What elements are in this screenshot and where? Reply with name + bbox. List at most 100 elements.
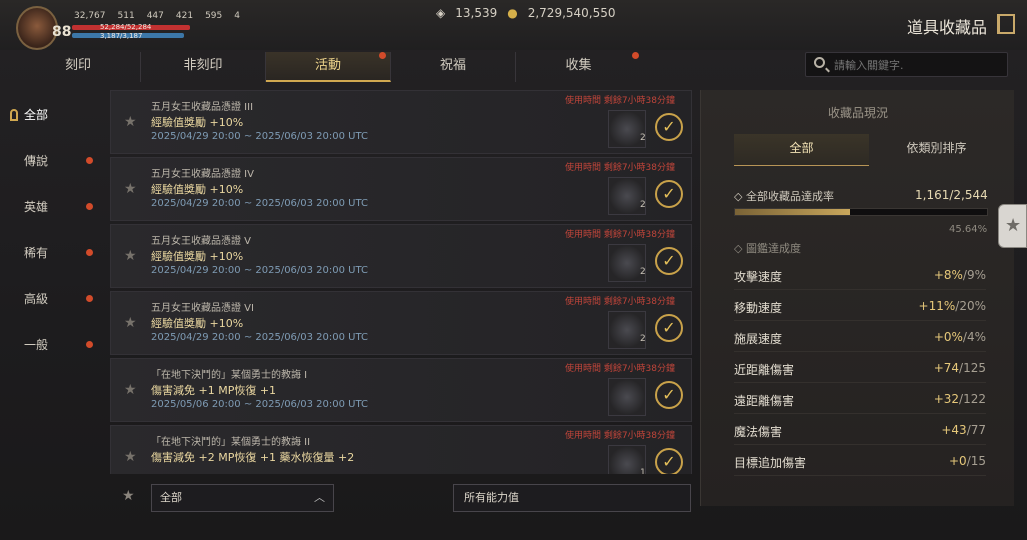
diamond-icon: ◈: [436, 6, 446, 20]
tab-label: 祝福: [439, 58, 466, 73]
stat-row: 魔法傷害 +43/77: [734, 417, 986, 445]
collection-item[interactable]: ★ 「在地下決鬥的」某個勇士的教誨 I 傷害減免 +1 MP恢復 +1 2025…: [110, 358, 692, 422]
stat-label: 移動速度: [734, 301, 783, 315]
favorite-star-icon[interactable]: ★: [124, 449, 137, 465]
stat-row: 攻擊速度 +8%/9%: [734, 262, 986, 290]
item-bonus: 經驗值獎勵 +10%: [151, 183, 244, 196]
sidebar-item-rare[interactable]: 稀有: [0, 234, 100, 280]
stat-value: +32/122: [934, 392, 986, 406]
stat-value: +43/77: [941, 423, 986, 437]
collection-item[interactable]: ★ 五月女王收藏品憑證 VI 經驗值獎勵 +10% 2025/04/29 20:…: [110, 291, 692, 355]
tab-blessing[interactable]: 祝福: [391, 52, 516, 82]
register-check-icon[interactable]: ✓: [655, 381, 683, 409]
item-name: 五月女王收藏品憑證 IV: [151, 169, 254, 180]
stat-current: +8%: [933, 268, 963, 282]
item-count: 1: [640, 468, 646, 474]
tab-engraved[interactable]: 刻印: [16, 52, 141, 82]
stat-label: 近距離傷害: [734, 363, 795, 377]
stat-current: +0: [948, 454, 967, 468]
item-bonus: 經驗值獎勵 +10%: [151, 317, 244, 330]
item-bonus: 經驗值獎勵 +10%: [151, 250, 244, 263]
stat-max: /122: [959, 392, 986, 406]
stat-max: /15: [966, 454, 986, 468]
collection-item[interactable]: ★ 五月女王收藏品憑證 III 經驗值獎勵 +10% 2025/04/29 20…: [110, 90, 692, 154]
register-check-icon[interactable]: ✓: [655, 247, 683, 275]
sidebar-item-all[interactable]: 全部: [0, 96, 100, 142]
favorite-star-icon[interactable]: ★: [124, 114, 137, 130]
item-bonus: 經驗值獎勵 +10%: [151, 116, 244, 129]
sidebar-item-legendary[interactable]: 傳說: [0, 142, 100, 188]
item-count: 2: [640, 133, 646, 143]
stat-filter-value: 所有能力值: [464, 491, 519, 504]
item-name: 五月女王收藏品憑證 V: [151, 236, 252, 247]
sidebar-label: 一般: [24, 338, 49, 352]
currency-a: 13,539: [455, 6, 498, 20]
search-input[interactable]: [834, 56, 1004, 74]
notification-dot: [86, 341, 93, 348]
tab-non-engraved[interactable]: 非刻印: [141, 52, 266, 82]
stat-max: /125: [959, 361, 986, 375]
tab-collection[interactable]: 收集: [516, 52, 641, 82]
favorite-star-icon[interactable]: ★: [124, 315, 137, 331]
collection-item[interactable]: ★ 五月女王收藏品憑證 V 經驗值獎勵 +10% 2025/04/29 20:0…: [110, 224, 692, 288]
codex-rate-text: 圖鑑達成度: [745, 242, 801, 255]
register-check-icon[interactable]: ✓: [655, 180, 683, 208]
total-rate-text: 全部收藏品達成率: [745, 190, 834, 203]
category-select[interactable]: 全部 ︿: [151, 484, 334, 512]
register-check-icon[interactable]: ✓: [655, 314, 683, 342]
stat-max: /77: [966, 423, 986, 437]
item-bonus: 傷害減免 +2 MP恢復 +1 藥水恢復量 +2: [151, 451, 355, 464]
page-title: 道具收藏品: [906, 18, 987, 37]
stat-value: 421: [175, 11, 194, 21]
hp-text: 52,284/52,284: [100, 23, 152, 31]
stat-value: 32,767: [74, 11, 106, 21]
total-rate-percent: 45.64%: [949, 224, 988, 235]
stat-value: +0/15: [949, 454, 986, 468]
bottom-controls: ★ 全部 ︿ 所有能力值: [110, 480, 692, 516]
chevron-up-icon: ︿: [314, 491, 325, 504]
stat-value: +8%/9%: [934, 268, 986, 282]
collection-list: ★ 五月女王收藏品憑證 III 經驗值獎勵 +10% 2025/04/29 20…: [110, 90, 692, 474]
exit-icon[interactable]: [997, 14, 1015, 34]
sidebar-label: 英雄: [24, 200, 49, 214]
stat-value: +74/125: [934, 361, 986, 375]
currency-b: 2,729,540,550: [527, 6, 616, 20]
favorite-star-icon[interactable]: ★: [124, 181, 137, 197]
panel-tabs: 全部 依類別排序: [734, 134, 1004, 166]
stat-filter-select[interactable]: 所有能力值: [453, 484, 691, 512]
register-check-icon[interactable]: ✓: [655, 448, 683, 474]
panel-tab-by-category[interactable]: 依類別排序: [869, 134, 1004, 166]
tab-label: 收集: [565, 58, 592, 73]
character-level: 88: [52, 24, 72, 40]
tab-label: 活動: [314, 58, 341, 73]
panel-tab-all[interactable]: 全部: [734, 134, 869, 166]
register-check-icon[interactable]: ✓: [655, 113, 683, 141]
sidebar-item-normal[interactable]: 一般: [0, 326, 100, 372]
item-date: 2025/04/29 20:00 ~ 2025/06/03 20:00 UTC: [151, 198, 369, 209]
total-rate-bar: [734, 208, 988, 216]
sidebar-label: 全部: [24, 108, 49, 122]
tab-event[interactable]: 活動: [266, 52, 391, 82]
item-slot-icon[interactable]: [608, 378, 646, 416]
search-box[interactable]: [805, 52, 1008, 77]
notification-dot: [632, 52, 639, 59]
collection-item[interactable]: ★ 「在地下決鬥的」某個勇士的教誨 II 傷害減免 +2 MP恢復 +1 藥水恢…: [110, 425, 692, 474]
collection-status-panel: 收藏品現況 全部 依類別排序 ◇ 全部收藏品達成率 1,161/2,544 45…: [700, 90, 1014, 506]
search-icon: [814, 57, 825, 68]
stat-current: +0%: [933, 330, 963, 344]
total-rate-fill: [735, 209, 850, 215]
stat-label: 魔法傷害: [734, 425, 783, 439]
sidebar-item-hero[interactable]: 英雄: [0, 188, 100, 234]
coin-icon: ●: [507, 6, 518, 20]
favorite-star-icon[interactable]: ★: [124, 382, 137, 398]
collection-item[interactable]: ★ 五月女王收藏品憑證 IV 經驗值獎勵 +10% 2025/04/29 20:…: [110, 157, 692, 221]
side-star-button[interactable]: ★: [998, 204, 1027, 248]
item-date: 2025/05/06 20:00 ~ 2025/06/03 20:00 UTC: [151, 399, 369, 410]
favorite-star-icon[interactable]: ★: [124, 248, 137, 264]
category-select-value: 全部: [160, 491, 182, 504]
notification-dot: [379, 52, 386, 59]
favorite-filter-star-icon[interactable]: ★: [122, 488, 135, 504]
total-rate-label: ◇ 全部收藏品達成率: [734, 190, 834, 203]
sidebar-item-advanced[interactable]: 高級: [0, 280, 100, 326]
stat-value: 511: [117, 11, 135, 21]
